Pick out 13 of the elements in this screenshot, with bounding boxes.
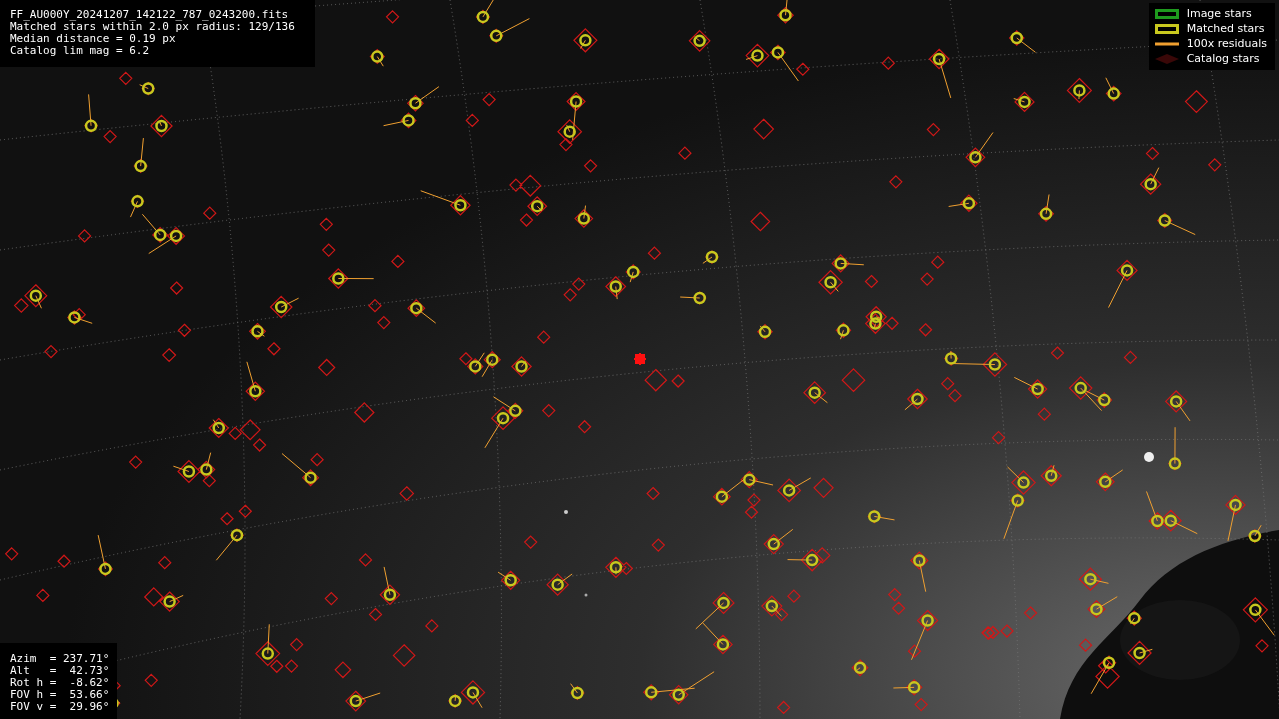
- pointing-text: Azim = 237.71°: [10, 653, 110, 665]
- info-text: FF_AU000Y_20241207_142122_787_0243200.fits: [10, 9, 290, 21]
- legend-label: 100x residuals: [1186, 37, 1267, 51]
- pointing-text: FOV h = 53.66°: [10, 689, 110, 701]
- legend-label: Matched stars: [1186, 22, 1265, 36]
- legend-label: Catalog stars: [1186, 52, 1260, 66]
- legend-label: Image stars: [1186, 7, 1252, 21]
- info-text: Median distance = 0.19 px: [10, 33, 177, 45]
- info-text: Matched stars within 2.0 px radius: 129/136: [10, 21, 295, 33]
- pointing-text: FOV v = 29.96°: [10, 701, 110, 713]
- pointing-text: Alt = 42.73°: [10, 665, 110, 677]
- pointing-text: Rot h = -8.62°: [10, 677, 110, 689]
- info-text: Catalog lim mag = 6.2: [10, 45, 151, 57]
